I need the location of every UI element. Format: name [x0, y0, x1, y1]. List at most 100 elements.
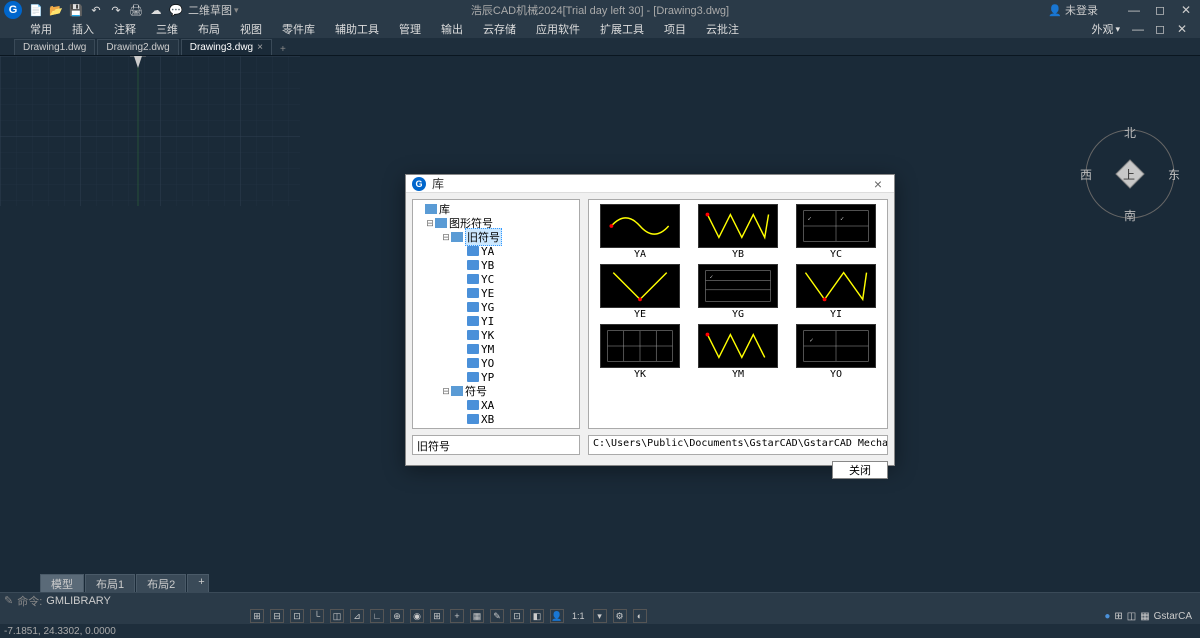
status-toggle[interactable]: ⊡ [510, 609, 524, 623]
menu-item[interactable]: 应用软件 [526, 21, 590, 37]
viewcube-top[interactable]: 上 [1123, 166, 1135, 183]
thumbnail-YG[interactable]: ✓YG [691, 264, 785, 320]
tab-close-icon[interactable]: × [257, 42, 263, 53]
tree-leaf[interactable]: YK [415, 328, 577, 342]
viewcube-east[interactable]: 东 [1168, 166, 1180, 183]
tree-leaf[interactable]: XA [415, 398, 577, 412]
undo-icon[interactable]: ↶ [88, 2, 104, 18]
new-icon[interactable]: 📄 [28, 2, 44, 18]
menu-item[interactable]: 云批注 [696, 21, 749, 37]
thumbnail-YA[interactable]: YA [593, 204, 687, 260]
viewcube-north[interactable]: 北 [1124, 124, 1136, 141]
tree-node[interactable]: ⊟符号 [415, 384, 577, 398]
dialog-title-bar[interactable]: G 库 × [406, 175, 894, 193]
child-min-button[interactable]: — [1128, 21, 1148, 37]
tree-leaf[interactable]: YE [415, 286, 577, 300]
status-toggle[interactable]: ⊞ [430, 609, 444, 623]
open-icon[interactable]: 📂 [48, 2, 64, 18]
thumbnail-YO[interactable]: ✓YO [789, 324, 883, 380]
sketch-mode-label[interactable]: 二维草图 [188, 2, 232, 18]
menu-item[interactable]: 插入 [62, 21, 104, 37]
status-toggle[interactable]: + [450, 609, 464, 623]
menu-item[interactable]: 零件库 [272, 21, 325, 37]
tree-leaf[interactable]: YO [415, 356, 577, 370]
status-toggle[interactable]: ⊞ [250, 609, 264, 623]
thumbnail-YK[interactable]: YK [593, 324, 687, 380]
tree-leaf[interactable]: YB [415, 258, 577, 272]
save-icon[interactable]: 💾 [68, 2, 84, 18]
viewcube-west[interactable]: 西 [1080, 166, 1092, 183]
new-tab-button[interactable]: + [274, 44, 292, 55]
status-toggle[interactable]: ⊕ [390, 609, 404, 623]
command-input[interactable] [46, 595, 1200, 607]
thumbnail-YC[interactable]: ✓✓YC [789, 204, 883, 260]
layout-tab-model[interactable]: 模型 [40, 574, 84, 594]
status-toggle[interactable]: ⊟ [270, 609, 284, 623]
library-tree[interactable]: 库 ⊟图形符号 ⊟旧符号 YA YB YC YE YG YI YK YM YO … [412, 199, 580, 429]
status-toggle[interactable]: └ [310, 609, 324, 623]
user-login[interactable]: 👤 未登录 [1048, 2, 1098, 18]
status-toggle[interactable]: ◧ [530, 609, 544, 623]
scale-label[interactable]: 1:1 [570, 609, 587, 623]
status-toggle[interactable]: ⊿ [350, 609, 364, 623]
status-toggle[interactable]: ◫ [330, 609, 344, 623]
sketch-dropdown-icon[interactable]: ▾ [234, 5, 239, 16]
menu-item[interactable]: 布局 [188, 21, 230, 37]
dialog-close-icon[interactable]: × [868, 176, 888, 192]
menu-item[interactable]: 三维 [146, 21, 188, 37]
tree-leaf[interactable]: YM [415, 342, 577, 356]
document-tab[interactable]: Drawing2.dwg [97, 39, 178, 55]
menu-item[interactable]: 云存储 [473, 21, 526, 37]
menu-item[interactable]: 视图 [230, 21, 272, 37]
close-button[interactable]: ✕ [1176, 2, 1196, 18]
minimize-button[interactable]: — [1124, 2, 1144, 18]
status-toggle[interactable]: ⊡ [290, 609, 304, 623]
status-toggle[interactable]: ✎ [490, 609, 504, 623]
menu-item[interactable]: 常用 [20, 21, 62, 37]
tree-leaf[interactable]: YA [415, 244, 577, 258]
thumbnail-YM[interactable]: YM [691, 324, 785, 380]
status-toggle[interactable]: 👤 [550, 609, 564, 623]
tree-node-root[interactable]: 库 [415, 202, 577, 216]
viewcube-south[interactable]: 南 [1124, 207, 1136, 224]
tree-leaf[interactable]: YP [415, 370, 577, 384]
print-icon[interactable]: 🖨 [128, 2, 144, 18]
menu-item[interactable]: 管理 [389, 21, 431, 37]
command-line[interactable]: ✎ 命令: [0, 592, 1200, 608]
view-cube[interactable]: 北 南 东 西 上 [1082, 126, 1178, 222]
menu-item[interactable]: 扩展工具 [590, 21, 654, 37]
redo-icon[interactable]: ↷ [108, 2, 124, 18]
layout-tab[interactable]: 布局1 [85, 574, 135, 594]
status-toggle[interactable]: ⚙ [613, 609, 627, 623]
status-toggle[interactable]: ◉ [410, 609, 424, 623]
tree-node-selected[interactable]: ⊟旧符号 [415, 230, 577, 244]
menu-item[interactable]: 辅助工具 [325, 21, 389, 37]
document-tab[interactable]: Drawing3.dwg× [181, 39, 272, 55]
status-toggle[interactable]: ▾ [593, 609, 607, 623]
menu-item[interactable]: 输出 [431, 21, 473, 37]
app-icon[interactable]: G [4, 1, 22, 19]
menu-item[interactable]: 项目 [654, 21, 696, 37]
status-toggle[interactable]: ◐ [633, 609, 647, 623]
tree-leaf[interactable]: YG [415, 300, 577, 314]
status-icon[interactable]: ◫ [1127, 611, 1136, 622]
maximize-button[interactable]: ◻ [1150, 2, 1170, 18]
status-toggle[interactable]: ▦ [470, 609, 484, 623]
status-icon[interactable]: ⊞ [1114, 611, 1122, 622]
menu-item[interactable]: 注释 [104, 21, 146, 37]
close-button[interactable]: 关闭 [832, 461, 888, 479]
status-toggle[interactable]: ∟ [370, 609, 384, 623]
chat-icon[interactable]: 💬 [168, 2, 184, 18]
child-max-button[interactable]: ◻ [1150, 21, 1170, 37]
layout-tab[interactable]: 布局2 [136, 574, 186, 594]
layout-add-button[interactable]: + [187, 574, 209, 594]
document-tab[interactable]: Drawing1.dwg [14, 39, 95, 55]
status-icon[interactable]: ▦ [1140, 611, 1149, 622]
tree-leaf[interactable]: YC [415, 272, 577, 286]
appearance-dropdown[interactable]: 外观 ▾ — ◻ ✕ [1091, 21, 1200, 37]
tree-leaf[interactable]: XB [415, 412, 577, 426]
thumbnail-YB[interactable]: YB [691, 204, 785, 260]
thumbnail-YI[interactable]: YI [789, 264, 883, 320]
tree-leaf[interactable]: YI [415, 314, 577, 328]
cloud-icon[interactable]: ☁ [148, 2, 164, 18]
